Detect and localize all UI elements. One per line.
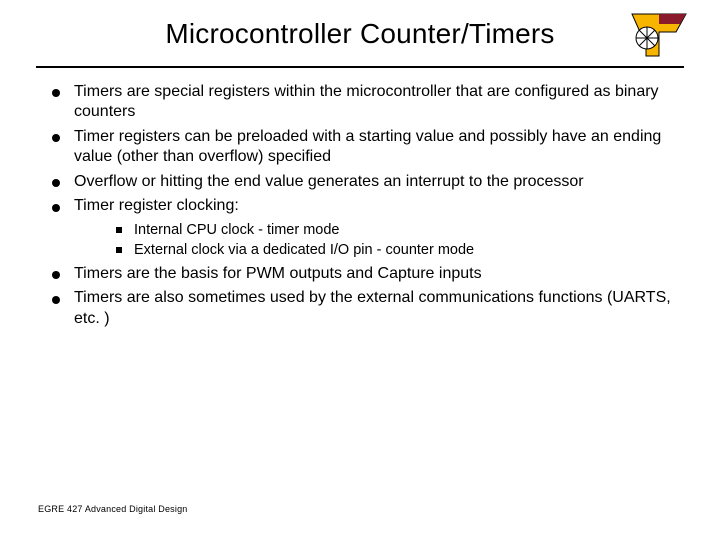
bullet-text: Timers are also sometimes used by the ex…	[74, 289, 671, 326]
slide-header: Microcontroller Counter/Timers	[36, 0, 684, 68]
bullet-item: Timer registers can be preloaded with a …	[48, 127, 672, 168]
sub-bullet-text: Internal CPU clock - timer mode	[134, 222, 339, 238]
sub-bullet-text: External clock via a dedicated I/O pin -…	[134, 242, 474, 258]
bullet-text: Timers are special registers within the …	[74, 83, 659, 120]
slide-title: Microcontroller Counter/Timers	[36, 18, 684, 50]
slide-footer: EGRE 427 Advanced Digital Design	[38, 504, 187, 514]
bullet-text: Timers are the basis for PWM outputs and…	[74, 265, 482, 282]
slide: Microcontroller Counter/Timers Timers ar…	[0, 0, 720, 540]
sub-bullet-list: Internal CPU clock - timer mode External…	[74, 221, 672, 260]
bullet-list: Timers are special registers within the …	[48, 82, 672, 329]
bullet-item: Timers are special registers within the …	[48, 82, 672, 123]
bullet-text: Timer register clocking:	[74, 197, 239, 214]
sub-bullet-item: Internal CPU clock - timer mode	[114, 221, 672, 240]
sub-bullet-item: External clock via a dedicated I/O pin -…	[114, 241, 672, 260]
bullet-item: Timers are also sometimes used by the ex…	[48, 288, 672, 329]
bullet-item: Timer register clocking: Internal CPU cl…	[48, 196, 672, 260]
bullet-text: Overflow or hitting the end value genera…	[74, 173, 584, 190]
bullet-item: Overflow or hitting the end value genera…	[48, 172, 672, 192]
bullet-text: Timer registers can be preloaded with a …	[74, 128, 661, 165]
vt-logo-icon	[628, 8, 690, 62]
slide-content: Timers are special registers within the …	[0, 68, 720, 329]
bullet-item: Timers are the basis for PWM outputs and…	[48, 264, 672, 284]
